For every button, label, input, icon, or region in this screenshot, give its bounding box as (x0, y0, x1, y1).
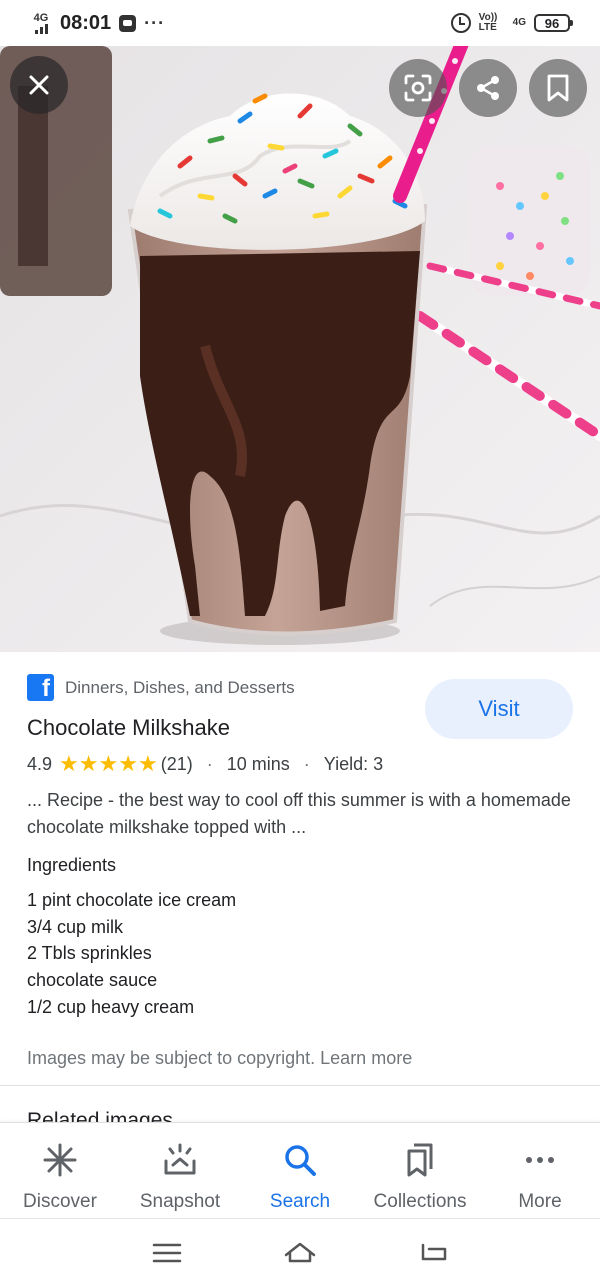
nav-search[interactable]: Search (240, 1123, 360, 1218)
clock: 08:01 (60, 11, 112, 34)
ingredient-item: 2 Tbls sprinkles (27, 943, 152, 964)
battery-level: 96 (544, 15, 560, 31)
snapshot-icon (164, 1143, 196, 1175)
bottom-navigation: Discover Snapshot Search Collections Mor… (0, 1122, 600, 1218)
search-icon (285, 1145, 316, 1176)
ingredient-item: 1 pint chocolate ice cream (27, 890, 237, 910)
nav-collections[interactable]: Collections (360, 1123, 480, 1218)
divider (0, 1085, 600, 1086)
copyright-text: Images may be subject to copyright. (27, 1048, 316, 1068)
nav-discover[interactable]: Discover (0, 1123, 120, 1218)
facebook-icon: f (27, 674, 54, 701)
learn-more-link[interactable]: Learn more (320, 1048, 412, 1068)
system-navigation (0, 1218, 600, 1287)
copyright-notice: Images may be subject to copyright. Lear… (27, 1048, 412, 1069)
source-row[interactable]: f Dinners, Dishes, and Desserts (27, 674, 295, 701)
recipe-yield: Yield: 3 (323, 753, 384, 774)
ingredients-heading: Ingredients (27, 855, 117, 875)
battery-icon: 96 (534, 14, 573, 32)
more-notifications: ··· (144, 12, 166, 33)
nav-label: Search (269, 1191, 331, 1212)
star-icon: ★ (118, 751, 138, 776)
network-type: 4G (33, 11, 49, 24)
star-icon: ★ (137, 751, 158, 776)
nav-label: Discover (23, 1191, 97, 1212)
ingredient-item: chocolate sauce (27, 970, 158, 991)
lens-button[interactable] (389, 59, 447, 117)
source-name[interactable]: Dinners, Dishes, and Desserts (65, 678, 295, 698)
ingredients-list: 1 pint chocolate ice cream 3/4 cup milk … (27, 887, 236, 1021)
status-bar: 4G 08:01 ··· Vo)) LTE 4G 96 (0, 0, 600, 46)
star-icon: ★ (98, 751, 119, 776)
page-title[interactable]: Chocolate Milkshake (27, 715, 230, 741)
separator: · (303, 753, 310, 774)
separator: · (206, 753, 213, 774)
visit-button[interactable]: Visit (425, 679, 573, 739)
nav-more[interactable]: More (480, 1123, 600, 1218)
volte-indicator: Vo)) LTE (478, 12, 498, 33)
nav-label: Collections (373, 1191, 467, 1212)
share-icon (477, 76, 499, 100)
recipe-image[interactable] (0, 46, 600, 652)
back-icon[interactable] (417, 1239, 449, 1267)
status-right: Vo)) LTE 4G 96 (450, 12, 573, 33)
snippet: ... Recipe - the best way to cool off th… (27, 790, 571, 837)
home-icon[interactable] (284, 1239, 316, 1267)
nav-snapshot[interactable]: Snapshot (120, 1123, 240, 1218)
star-rating: ★ ★ ★ ★ ★ (59, 753, 158, 775)
network-right: 4G (512, 17, 526, 28)
star-icon: ★ (78, 751, 99, 776)
ingredient-item: 3/4 cup milk (27, 916, 124, 937)
collections-icon (407, 1143, 433, 1177)
nav-label: More (518, 1191, 562, 1212)
menu-icon[interactable] (151, 1239, 183, 1267)
review-count: (21) (160, 753, 193, 774)
result-details: f Dinners, Dishes, and Desserts Visit Ch… (0, 652, 600, 1132)
bookmark-icon (547, 74, 569, 102)
ingredient-item: 1/2 cup heavy cream (27, 996, 195, 1017)
status-left: 4G 08:01 ··· (30, 12, 165, 35)
more-icon (526, 1157, 554, 1163)
share-button[interactable] (459, 59, 517, 117)
recipe-meta: 4.9 ★ ★ ★ ★ ★ (21) · 10 mins · Yield: 3 (27, 753, 383, 775)
close-icon (29, 75, 49, 95)
signal-icon: 4G (30, 11, 52, 34)
rating-value: 4.9 (27, 753, 53, 774)
milkshake-photo (0, 46, 600, 652)
star-icon: ★ (59, 751, 79, 776)
message-icon (119, 14, 137, 32)
save-button[interactable] (529, 59, 587, 117)
close-button[interactable] (10, 56, 68, 114)
cook-time: 10 mins (226, 753, 290, 774)
alarm-icon (450, 13, 471, 33)
lens-icon (404, 74, 432, 102)
nav-label: Snapshot (139, 1191, 221, 1212)
asterisk-icon (43, 1143, 77, 1177)
